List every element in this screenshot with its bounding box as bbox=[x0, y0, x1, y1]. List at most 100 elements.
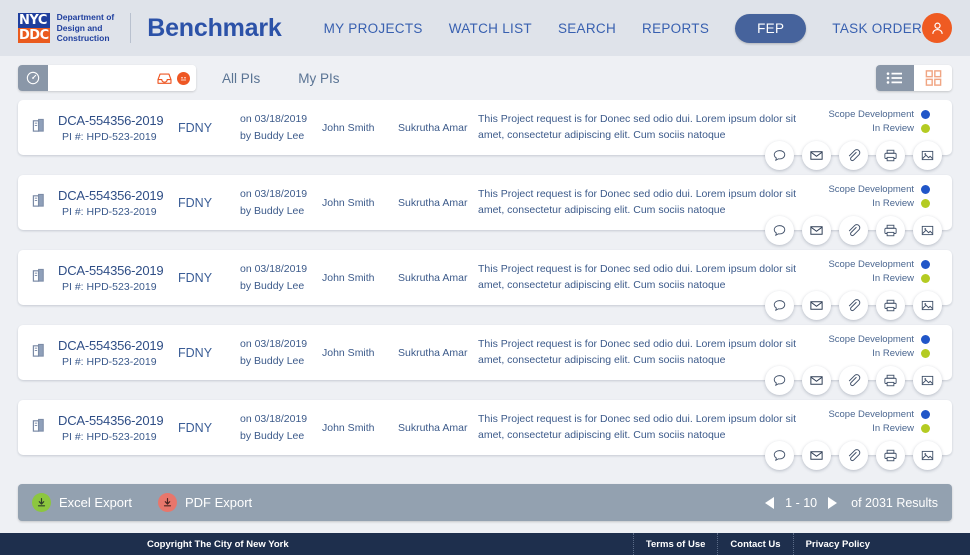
building-icon bbox=[32, 193, 52, 213]
status-badge: Scope Development bbox=[828, 334, 930, 345]
status-dot-icon bbox=[921, 260, 930, 269]
comment-button[interactable] bbox=[765, 141, 794, 170]
comment-icon bbox=[773, 225, 786, 237]
print-icon bbox=[884, 149, 897, 162]
project-description: This Project request is for Donec sed od… bbox=[478, 262, 797, 291]
status-group: Scope Development In Review bbox=[818, 400, 930, 434]
avatar[interactable] bbox=[922, 13, 953, 43]
building-icon bbox=[32, 268, 52, 288]
status-label: Scope Development bbox=[828, 184, 914, 195]
table-row[interactable]: DCA-554356-2019 PI #: HPD-523-2019 FDNY … bbox=[18, 250, 952, 320]
search-input[interactable] bbox=[48, 65, 156, 91]
copyright-text: Copyright The City of New York bbox=[147, 538, 289, 550]
export-bar: Excel Export PDF Export 1 - 10 of 2031 R… bbox=[18, 484, 952, 521]
gauge-icon[interactable] bbox=[18, 65, 48, 91]
comment-icon bbox=[773, 300, 786, 312]
project-agency: FDNY bbox=[178, 120, 213, 135]
nav-item-fep[interactable]: FEP bbox=[735, 13, 807, 43]
project-person-1: John Smith bbox=[322, 121, 375, 134]
excel-export-button[interactable]: Excel Export bbox=[32, 493, 132, 512]
badge-icon[interactable] bbox=[177, 71, 190, 85]
brand[interactable]: NYC DDC Department of Design and Construct… bbox=[18, 12, 282, 45]
comment-button[interactable] bbox=[765, 441, 794, 470]
comment-button[interactable] bbox=[765, 366, 794, 395]
mail-icon bbox=[810, 376, 823, 385]
department-name: Department of Design and Construction bbox=[56, 11, 115, 44]
mail-button[interactable] bbox=[802, 441, 831, 470]
print-button[interactable] bbox=[876, 441, 905, 470]
project-date: on 03/18/2019 by Buddy Lee bbox=[240, 261, 322, 294]
image-button[interactable] bbox=[913, 366, 942, 395]
status-label: Scope Development bbox=[828, 259, 914, 270]
attachment-button[interactable] bbox=[839, 366, 868, 395]
mail-button[interactable] bbox=[802, 141, 831, 170]
image-button[interactable] bbox=[913, 141, 942, 170]
list-icon bbox=[886, 72, 902, 84]
nav-item-my-projects[interactable]: MY PROJECTS bbox=[324, 21, 423, 36]
project-pi-number: PI #: HPD-523-2019 bbox=[62, 131, 157, 144]
status-dot-icon bbox=[921, 124, 930, 133]
app-root: NYC DDC Department of Design and Construct… bbox=[0, 0, 970, 555]
search-icons bbox=[156, 65, 196, 91]
project-description: This Project request is for Donec sed od… bbox=[478, 337, 797, 366]
nav-item-task-order[interactable]: TASK ORDER bbox=[832, 21, 922, 36]
attachment-button[interactable] bbox=[839, 216, 868, 245]
table-row[interactable]: DCA-554356-2019 PI #: HPD-523-2019 FDNY … bbox=[18, 100, 952, 170]
footer-link-terms[interactable]: Terms of Use bbox=[632, 533, 717, 555]
nav-item-reports[interactable]: REPORTS bbox=[642, 21, 709, 36]
image-icon bbox=[921, 450, 934, 461]
status-dot-icon bbox=[921, 349, 930, 358]
table-row[interactable]: DCA-554356-2019 PI #: HPD-523-2019 FDNY … bbox=[18, 325, 952, 395]
table-row[interactable]: DCA-554356-2019 PI #: HPD-523-2019 FDNY … bbox=[18, 400, 952, 470]
image-button[interactable] bbox=[913, 216, 942, 245]
print-button[interactable] bbox=[876, 291, 905, 320]
comment-button[interactable] bbox=[765, 291, 794, 320]
nav-item-watch-list[interactable]: WATCH LIST bbox=[449, 21, 532, 36]
table-row[interactable]: DCA-554356-2019 PI #: HPD-523-2019 FDNY … bbox=[18, 175, 952, 245]
image-icon bbox=[921, 300, 934, 311]
tab-my-pis[interactable]: My PIs bbox=[298, 71, 339, 86]
project-pi-number: PI #: HPD-523-2019 bbox=[62, 431, 157, 444]
project-date: on 03/18/2019 by Buddy Lee bbox=[240, 111, 322, 144]
print-button[interactable] bbox=[876, 366, 905, 395]
building-icon bbox=[32, 118, 52, 138]
print-button[interactable] bbox=[876, 216, 905, 245]
grid-view-button[interactable] bbox=[914, 65, 952, 91]
print-button[interactable] bbox=[876, 141, 905, 170]
project-identifiers: DCA-554356-2019 PI #: HPD-523-2019 bbox=[58, 112, 178, 144]
status-badge: Scope Development bbox=[828, 409, 930, 420]
user-icon bbox=[931, 22, 943, 34]
project-pi-number: PI #: HPD-523-2019 bbox=[62, 356, 157, 369]
attachment-button[interactable] bbox=[839, 291, 868, 320]
page-footer: Copyright The City of New York Terms of … bbox=[0, 533, 970, 555]
attachment-button[interactable] bbox=[839, 141, 868, 170]
inbox-icon[interactable] bbox=[156, 71, 173, 86]
project-agency: FDNY bbox=[178, 270, 213, 285]
toolbar: All PIs My PIs bbox=[0, 56, 970, 100]
attachment-icon bbox=[848, 149, 861, 162]
status-dot-icon bbox=[921, 424, 930, 433]
mail-button[interactable] bbox=[802, 291, 831, 320]
project-agency: FDNY bbox=[178, 195, 213, 210]
project-date-line: on 03/18/2019 bbox=[240, 413, 308, 426]
attachment-button[interactable] bbox=[839, 441, 868, 470]
attachment-icon bbox=[848, 224, 861, 237]
image-button[interactable] bbox=[913, 441, 942, 470]
list-view-button[interactable] bbox=[876, 65, 914, 91]
nav-item-search[interactable]: SEARCH bbox=[558, 21, 616, 36]
project-identifiers: DCA-554356-2019 PI #: HPD-523-2019 bbox=[58, 412, 178, 444]
triangle-left-icon[interactable] bbox=[765, 496, 775, 509]
status-label: Scope Development bbox=[828, 109, 914, 120]
mail-button[interactable] bbox=[802, 366, 831, 395]
footer-link-privacy[interactable]: Privacy Policy bbox=[792, 533, 970, 555]
image-button[interactable] bbox=[913, 291, 942, 320]
mail-button[interactable] bbox=[802, 216, 831, 245]
footer-link-contact[interactable]: Contact Us bbox=[717, 533, 792, 555]
pdf-export-label: PDF Export bbox=[184, 495, 253, 510]
pdf-export-button[interactable]: PDF Export bbox=[157, 493, 253, 512]
mail-icon bbox=[810, 301, 823, 310]
tab-all-pis[interactable]: All PIs bbox=[222, 71, 260, 86]
comment-button[interactable] bbox=[765, 216, 794, 245]
triangle-right-icon[interactable] bbox=[828, 496, 838, 509]
status-dot-icon bbox=[921, 199, 930, 208]
